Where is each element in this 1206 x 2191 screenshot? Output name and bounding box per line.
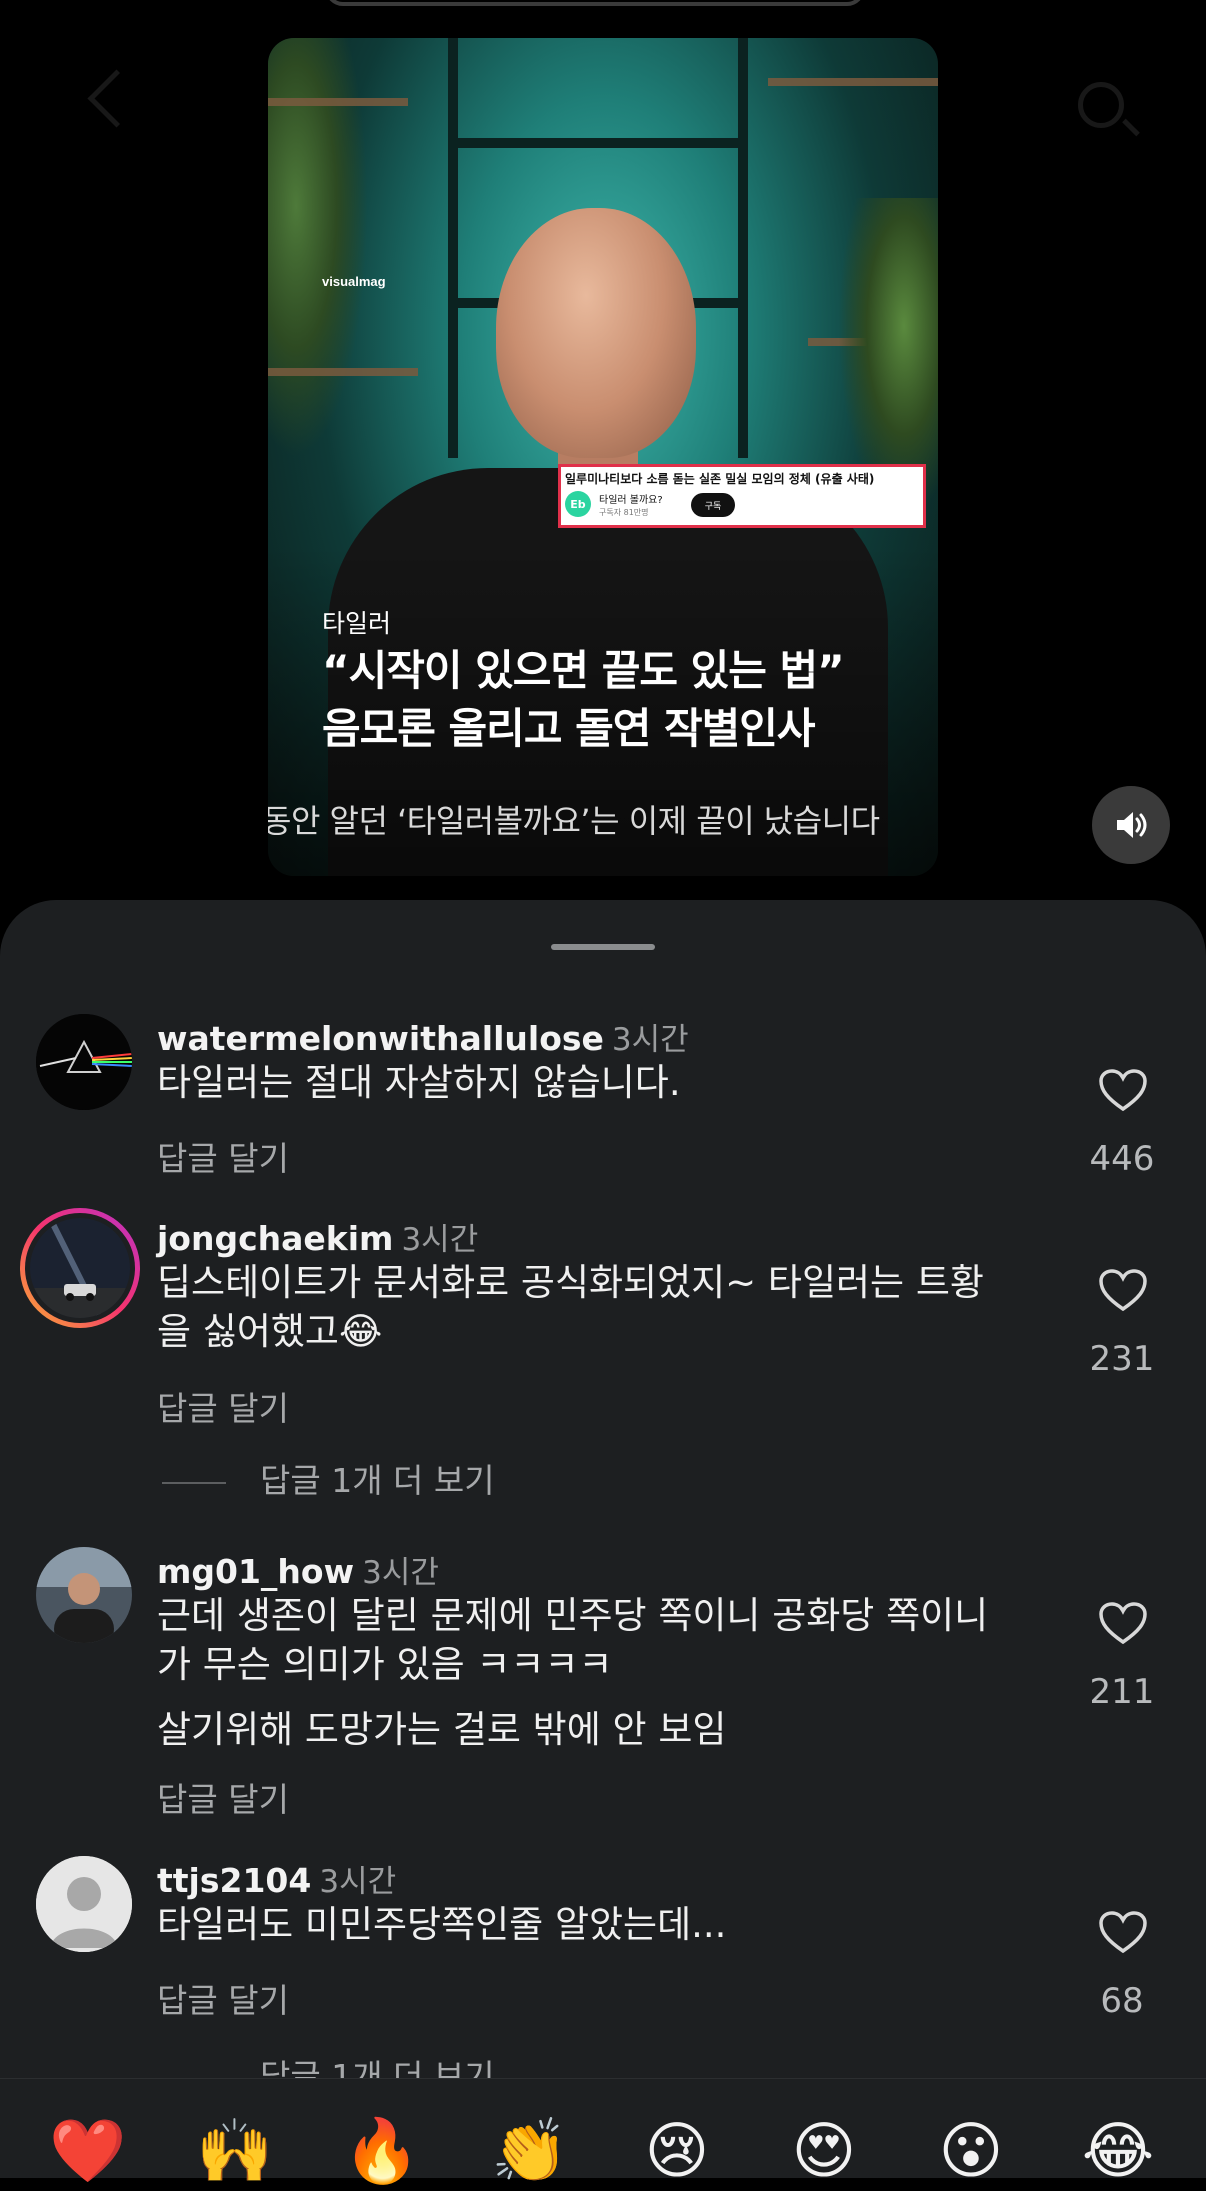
avatar[interactable]	[36, 1856, 132, 1952]
like-button[interactable]	[1090, 1910, 1156, 1958]
comments-sheet: watermelonwithallulose 3시간 타일러는 절대 자살하지 않…	[0, 900, 1206, 2177]
youtube-card: 일루미나티보다 소름 돋는 실존 밀실 모임의 정체 (유출 사태) Eb 타일…	[558, 464, 926, 528]
comment-text-line: 근데 생존이 달린 문제에 민주당 쪽이니 공화당 쪽이니	[157, 1594, 989, 1637]
view-more-replies[interactable]: 답글 1개 더 보기	[162, 1454, 495, 1502]
comment-text-extra: 살기위해 도망가는 걸로 밖에 안 보임	[157, 1708, 727, 1751]
video-subtitle: 동안 알던 ‘타일러볼까요’는 이제 끝이 났습니다	[268, 802, 880, 840]
like-button[interactable]	[1090, 1601, 1156, 1649]
prism-avatar-icon	[36, 1014, 132, 1110]
emoji-fire[interactable]: 🔥	[342, 2111, 422, 2191]
view-more-replies-label: 답글 1개 더 보기	[260, 1461, 495, 1500]
emoji-reaction-bar: ❤️ 🙌 🔥 👏 😢 😍 😮 😂	[0, 2078, 1206, 2187]
yt-card-title: 일루미나티보다 소름 돋는 실존 밀실 모임의 정체 (유출 사태)	[565, 472, 875, 486]
comment-username[interactable]: ttjs2104	[157, 1861, 311, 1900]
yt-subscriber-count: 구독자 81만명	[599, 508, 649, 517]
reply-button[interactable]: 답글 달기	[157, 1773, 289, 1821]
emoji-heart-eyes[interactable]: 😍	[784, 2111, 864, 2191]
divider	[162, 1481, 226, 1484]
comment-time: 3시간	[401, 1222, 479, 1258]
comment-text-line: 을 싫어했고😂	[157, 1310, 383, 1353]
reel-video[interactable]: visualmag 일루미나티보다 소름 돋는 실존 밀실 모임의 정체 (유출…	[268, 38, 938, 876]
emoji-laughing[interactable]: 😂	[1078, 2111, 1158, 2191]
back-icon[interactable]	[87, 69, 146, 128]
person-head	[496, 208, 696, 458]
reply-button[interactable]: 답글 달기	[157, 1974, 289, 2022]
comment-username[interactable]: watermelonwithallulose	[157, 1019, 604, 1058]
video-watermark: visualmag	[322, 274, 386, 289]
video-channel-label: 타일러	[322, 609, 392, 638]
default-user-icon	[36, 1856, 132, 1952]
comment-time: 3시간	[611, 1022, 689, 1058]
comment-text-line: 딥스테이트가 문서화로 공식화되었지~ 타일러는 트황	[157, 1261, 984, 1304]
sheet-grabber[interactable]	[551, 944, 655, 950]
night-sky-avatar-icon	[30, 1218, 130, 1318]
avatar[interactable]	[36, 1014, 132, 1110]
yt-channel-name: 타일러 볼까요?	[599, 495, 663, 506]
comment-text: 타일러는 절대 자살하지 않습니다.	[157, 1061, 681, 1104]
headline-line-1: “시작이 있으면 끝도 있는 법”	[322, 646, 845, 695]
like-count: 211	[1089, 1672, 1155, 1712]
comment-time: 3시간	[319, 1864, 397, 1900]
emoji-clap[interactable]: 👏	[490, 2111, 570, 2191]
heart-icon	[1099, 1911, 1147, 1954]
avatar-with-story-ring[interactable]	[20, 1208, 140, 1328]
comment-text-line: 가 무슨 의미가 있음 ㅋㅋㅋㅋ	[157, 1643, 613, 1686]
video-headline: “시작이 있으면 끝도 있는 법” 음모론 올리고 돌연 작별인사	[322, 642, 845, 758]
comment-time: 3시간	[362, 1555, 439, 1591]
dynamic-island	[325, 0, 865, 6]
comment-username[interactable]: jongchaekim	[157, 1219, 393, 1258]
like-count: 231	[1089, 1339, 1155, 1379]
headline-line-2: 음모론 올리고 돌연 작별인사	[322, 704, 816, 753]
like-count: 446	[1089, 1139, 1155, 1179]
comment-text: 근데 생존이 달린 문제에 민주당 쪽이니 공화당 쪽이니 가 무슨 의미가 있…	[157, 1591, 988, 1689]
heart-icon	[1099, 1602, 1147, 1645]
emoji-raised-hands[interactable]: 🙌	[195, 2111, 275, 2191]
heart-icon	[1099, 1069, 1147, 1112]
comment-text: 타일러도 미민주당쪽인줄 알았는데...	[157, 1903, 727, 1946]
reply-button[interactable]: 답글 달기	[157, 1382, 289, 1430]
comment-text: 딥스테이트가 문서화로 공식화되었지~ 타일러는 트황 을 싫어했고😂	[157, 1258, 984, 1356]
yt-subscribe-button: 구독	[691, 493, 735, 517]
emoji-crying[interactable]: 😢	[637, 2111, 717, 2191]
like-button[interactable]	[1090, 1068, 1156, 1116]
comment-username[interactable]: mg01_how	[157, 1552, 354, 1591]
reply-button[interactable]: 답글 달기	[157, 1132, 289, 1180]
like-count: 68	[1100, 1981, 1144, 2021]
yt-channel-logo: Eb	[565, 491, 591, 517]
emoji-heart[interactable]: ❤️	[48, 2111, 128, 2191]
emoji-surprised[interactable]: 😮	[931, 2111, 1011, 2191]
heart-icon	[1099, 1269, 1147, 1312]
person-photo-avatar-icon	[36, 1547, 132, 1643]
avatar[interactable]	[36, 1547, 132, 1643]
search-icon[interactable]	[1078, 82, 1124, 128]
mute-button[interactable]	[1092, 786, 1170, 864]
speaker-icon	[1117, 812, 1147, 838]
like-button[interactable]	[1090, 1268, 1156, 1316]
